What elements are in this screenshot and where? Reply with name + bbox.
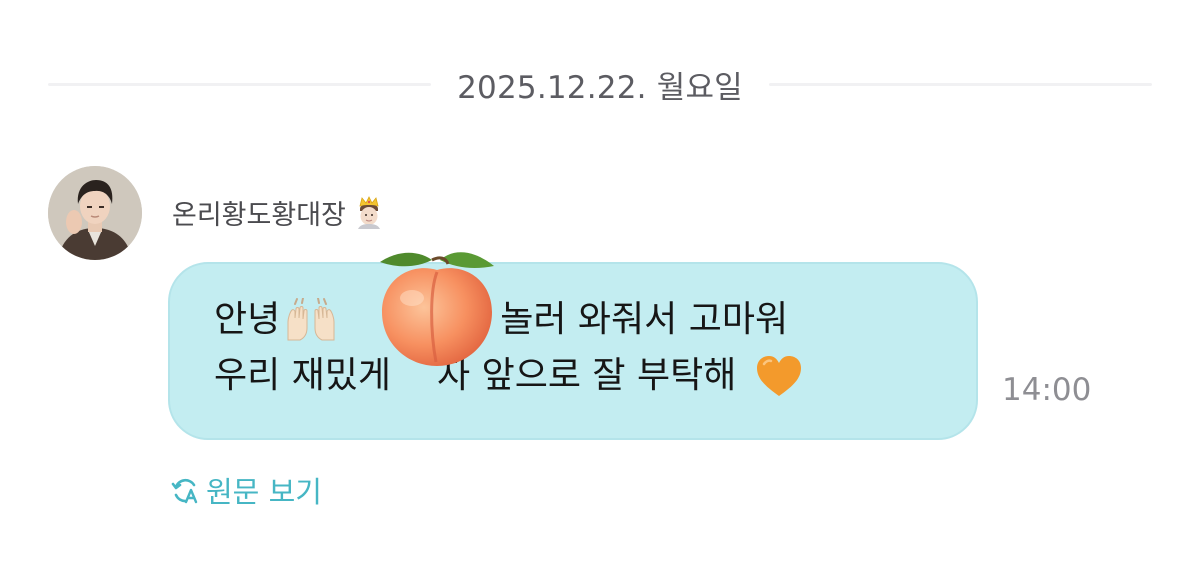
message-timestamp: 14:00: [1002, 372, 1092, 408]
message-line-1: 안녕 놀러 와줘서 고마워: [214, 292, 932, 348]
message-line-1-end: 놀러 와줘서 고마워: [500, 299, 789, 340]
avatar[interactable]: [48, 166, 142, 260]
message-line-1-start: 안녕: [214, 299, 281, 340]
view-original-button[interactable]: 원문 보기: [170, 470, 322, 510]
date-label: 2025.12.22. 월요일: [457, 69, 743, 106]
date-separator: 2025.12.22. 월요일: [48, 62, 1153, 106]
peach-emoji-icon: [380, 252, 494, 366]
chat-screen: 2025.12.22. 월요일 온리황도황대장 안녕 놀러 와줘서 고마워 우리…: [0, 0, 1200, 563]
view-original-label: 원문 보기: [206, 475, 322, 509]
raised-hands-emoji-icon: [287, 298, 335, 341]
prince-emoji-icon: [357, 196, 380, 229]
date-divider-right: [768, 82, 1153, 86]
sender-name-row: 온리황도황대장: [172, 192, 384, 232]
message-line-2: 우리 재밌게 자 앞으로 잘 부탁해: [214, 348, 932, 404]
translate-refresh-icon: [171, 478, 198, 504]
message-bubble[interactable]: 안녕 놀러 와줘서 고마워 우리 재밌게 자 앞으로 잘 부탁해: [168, 262, 978, 440]
sender-name: 온리황도황대장: [172, 199, 346, 231]
date-divider-left: [48, 82, 432, 86]
message-line-2-start: 우리 재밌게: [214, 355, 392, 396]
orange-heart-emoji-icon: [757, 356, 802, 396]
